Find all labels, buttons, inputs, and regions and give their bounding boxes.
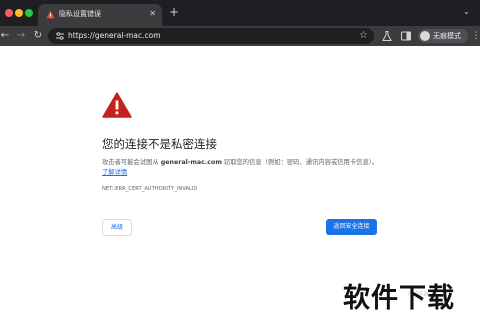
address-bar[interactable]: https://general-mac.com ☆: [48, 28, 374, 44]
tab-search-icon[interactable]: ⌄: [463, 7, 470, 17]
back-to-safety-button[interactable]: 返回安全连接: [326, 219, 377, 235]
tab-title: 隐私设置错误: [59, 10, 101, 18]
advanced-button[interactable]: 高级: [102, 219, 132, 236]
incognito-icon: [420, 31, 430, 41]
page-title: 您的连接不是私密连接: [102, 137, 217, 151]
site-info-icon[interactable]: [55, 31, 65, 41]
zoom-window-button[interactable]: [25, 9, 33, 17]
more-menu-icon[interactable]: ⋮: [469, 29, 480, 43]
warning-favicon-icon: [46, 10, 55, 19]
tab-active[interactable]: 隐私设置错误 ✕: [38, 4, 162, 26]
incognito-label: 无痕模式: [433, 32, 461, 40]
reload-button[interactable]: ↻: [31, 29, 45, 43]
bookmark-star-icon[interactable]: ☆: [359, 29, 368, 43]
warning-icon: [102, 92, 132, 118]
description-prefix: 攻击者可能会试图从: [102, 159, 161, 166]
error-description: 攻击者可能会试图从 general-mac.com 窃取您的信息（例如：密码、通…: [102, 158, 384, 178]
error-code: NET::ERR_CERT_AUTHORITY_INVALID: [102, 186, 198, 192]
description-domain: general-mac.com: [160, 159, 222, 166]
description-suffix: 窃取您的信息（例如：密码、通讯内容或信用卡信息）。: [221, 159, 379, 166]
browser-toolbar: ← → ↻ https://general-mac.com ☆ 无痕模式 ⋮: [0, 26, 480, 46]
close-window-button[interactable]: [5, 9, 13, 17]
tab-close-icon[interactable]: ✕: [149, 9, 156, 19]
side-panel-icon[interactable]: [399, 29, 413, 43]
browser-titlebar: 隐私设置错误 ✕ + ⌄: [0, 0, 480, 26]
minimize-window-button[interactable]: [15, 9, 23, 17]
back-button[interactable]: ←: [0, 29, 12, 43]
new-tab-button[interactable]: +: [169, 6, 179, 18]
forward-button[interactable]: →: [14, 29, 28, 43]
url-text: https://general-mac.com: [68, 31, 161, 40]
learn-more-link[interactable]: 了解详情: [102, 169, 127, 176]
watermark-text: 软件下载: [343, 283, 455, 314]
incognito-profile-button[interactable]: 无痕模式: [418, 29, 468, 43]
labs-flask-icon[interactable]: [380, 29, 394, 43]
